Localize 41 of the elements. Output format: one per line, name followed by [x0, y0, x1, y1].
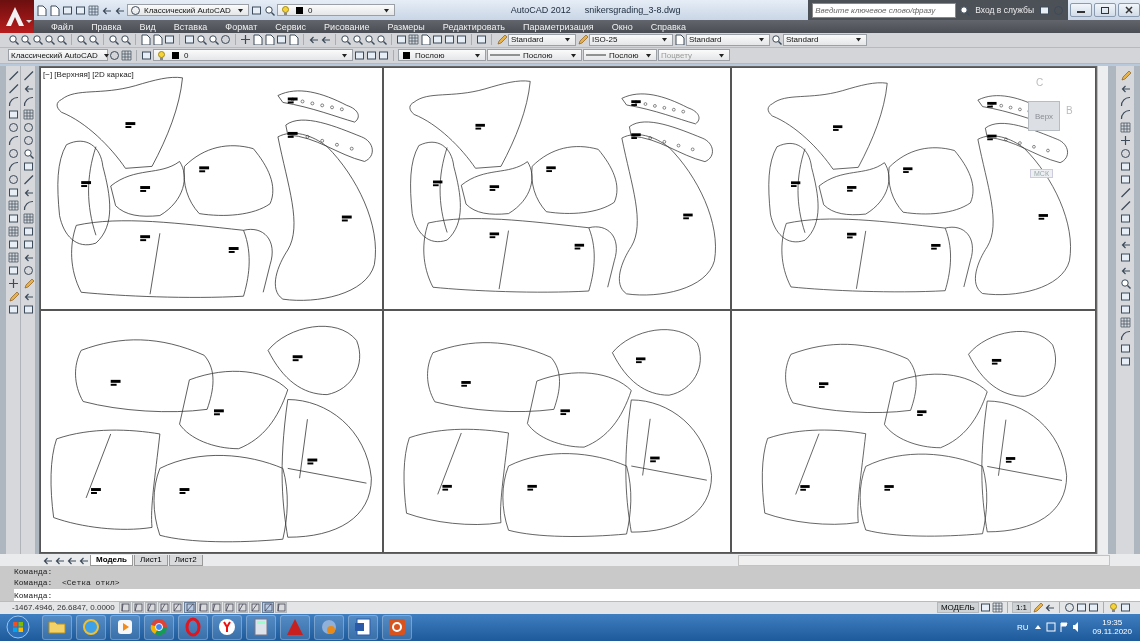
language-indicator[interactable]: RU: [1017, 622, 1029, 632]
menu-item[interactable]: Размеры: [378, 21, 434, 32]
menu-item[interactable]: Окно: [602, 21, 642, 32]
file-name: snikersgrading_3-8.dwg: [584, 5, 681, 15]
style-dropdown[interactable]: Standard: [783, 33, 867, 46]
menu-item[interactable]: Формат: [216, 21, 267, 32]
sign-in-button[interactable]: Вход в службы: [973, 5, 1036, 15]
time: 19:35: [1102, 618, 1123, 628]
menu-item[interactable]: Справка: [641, 21, 695, 32]
menu-item[interactable]: Правка: [82, 21, 131, 32]
workspace-dropdown[interactable]: Классический AutoCAD: [127, 4, 249, 16]
app-title: AutoCAD 2012: [510, 5, 571, 15]
date: 09.11.2020: [1092, 627, 1132, 637]
linetype-dropdown[interactable]: Послою: [487, 49, 582, 62]
color-dropdown[interactable]: Послою: [398, 49, 486, 62]
layer-dropdown[interactable]: 0: [153, 49, 353, 62]
coordinates: -1467.4946, 26.6847, 0.0000: [12, 603, 116, 613]
menu-item[interactable]: Рисование: [315, 21, 379, 32]
lineweight-dropdown[interactable]: Послою: [583, 49, 657, 62]
layer-dropdown[interactable]: 0: [277, 4, 395, 16]
clock[interactable]: 19:35 09.11.2020: [1092, 618, 1132, 637]
menu-item[interactable]: Вид: [130, 21, 165, 32]
menu-item[interactable]: Редактировать: [433, 21, 514, 32]
layout-tab[interactable]: Модель: [90, 554, 133, 566]
search-field[interactable]: Введите ключевое слово/фразу: [812, 2, 957, 18]
style-dropdown[interactable]: ISO-25: [589, 33, 673, 46]
menu-item[interactable]: Вставка: [164, 21, 217, 32]
workspace-dropdown[interactable]: Классический AutoCAD: [8, 49, 108, 62]
command-prompt[interactable]: Команда:: [14, 589, 53, 601]
layout-tab[interactable]: Лист2: [168, 554, 203, 566]
menu-item[interactable]: Файл: [42, 21, 83, 32]
style-dropdown[interactable]: Standard: [686, 33, 770, 46]
command-history-line: Команда:: [14, 565, 54, 577]
menu-item[interactable]: Параметризация: [514, 21, 603, 32]
model-space-button[interactable]: МОДЕЛЬ: [936, 602, 979, 614]
viewport-label[interactable]: [−] [Верхняя] [2D каркас]: [43, 70, 134, 80]
menu-item[interactable]: Сервис: [266, 21, 316, 32]
style-dropdown[interactable]: Standard: [508, 33, 576, 46]
command-history-line: Команда: <Сетка откл>: [14, 576, 121, 588]
layout-tab[interactable]: Лист1: [134, 554, 168, 566]
annotation-scale-button[interactable]: 1:1: [1011, 602, 1031, 614]
